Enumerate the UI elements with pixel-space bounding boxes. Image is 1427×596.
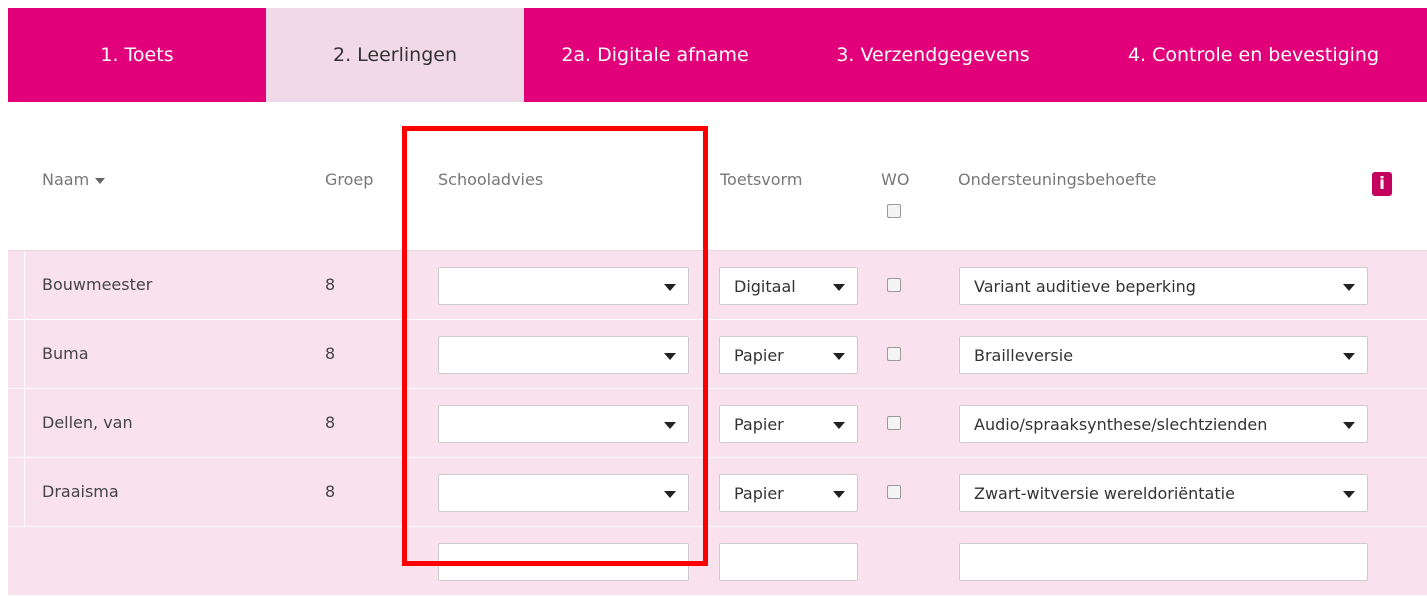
ondersteuning-value: Audio/spraaksynthese/slechtzienden: [974, 414, 1268, 434]
row-groep: 8: [325, 275, 336, 294]
chevron-down-icon: [833, 353, 845, 360]
toetsvorm-value: Papier: [734, 414, 784, 434]
ondersteuning-select[interactable]: Brailleversie: [959, 336, 1368, 374]
row-divider: [24, 458, 25, 526]
row-groep: 8: [325, 344, 336, 363]
chevron-down-icon: [1343, 284, 1355, 291]
row-divider: [24, 320, 25, 388]
toetsvorm-value: Papier: [734, 483, 784, 503]
wo-checkbox[interactable]: [887, 278, 901, 292]
row-divider: [24, 389, 25, 457]
table-row: [8, 527, 1427, 596]
schooladvies-select[interactable]: [438, 267, 689, 305]
column-header-naam[interactable]: Naam: [42, 170, 106, 189]
wo-checkbox[interactable]: [887, 485, 901, 499]
step-tabs: 1. Toets 2. Leerlingen 2a. Digitale afna…: [8, 8, 1427, 102]
column-header-wo: WO: [881, 170, 910, 189]
row-naam: Dellen, van: [42, 413, 133, 432]
schooladvies-select[interactable]: [438, 405, 689, 443]
column-header-naam-label: Naam: [42, 170, 90, 189]
tab-digitale-afname[interactable]: 2a. Digitale afname: [524, 8, 786, 102]
chevron-down-icon: [1343, 491, 1355, 498]
row-groep: 8: [325, 413, 336, 432]
chevron-down-icon: [833, 284, 845, 291]
toetsvorm-select[interactable]: Papier: [719, 336, 858, 374]
info-icon[interactable]: i: [1372, 172, 1392, 196]
wo-select-all-checkbox[interactable]: [887, 204, 901, 218]
table-header: Naam Groep Schooladvies Toetsvorm WO Ond…: [8, 148, 1427, 251]
row-naam: Draaisma: [42, 482, 119, 501]
chevron-down-icon: [833, 491, 845, 498]
row-naam: Buma: [42, 344, 89, 363]
ondersteuning-value: Brailleversie: [974, 345, 1074, 365]
table-row: Draaisma 8 Papier Zwart-witversie wereld…: [8, 458, 1427, 527]
ondersteuning-select[interactable]: Audio/spraaksynthese/slechtzienden: [959, 405, 1368, 443]
column-header-groep: Groep: [325, 170, 374, 189]
schooladvies-select[interactable]: [438, 474, 689, 512]
ondersteuning-value: Zwart-witversie wereldoriëntatie: [974, 483, 1235, 503]
ondersteuning-select[interactable]: [959, 543, 1368, 581]
ondersteuning-select[interactable]: Zwart-witversie wereldoriëntatie: [959, 474, 1368, 512]
tab-leerlingen[interactable]: 2. Leerlingen: [266, 8, 524, 102]
toetsvorm-select[interactable]: Digitaal: [719, 267, 858, 305]
column-header-ondersteuning: Ondersteuningsbehoefte: [958, 170, 1157, 189]
schooladvies-select[interactable]: [438, 336, 689, 374]
row-divider: [24, 251, 25, 319]
wo-checkbox[interactable]: [887, 347, 901, 361]
wo-checkbox[interactable]: [887, 416, 901, 430]
toetsvorm-select[interactable]: [719, 543, 858, 581]
row-groep: 8: [325, 482, 336, 501]
tab-controle-bevestiging[interactable]: 4. Controle en bevestiging: [1080, 8, 1427, 102]
table-row: Dellen, van 8 Papier Audio/spraaksynthes…: [8, 389, 1427, 458]
chevron-down-icon: [1343, 353, 1355, 360]
chevron-down-icon: [664, 353, 676, 360]
toetsvorm-select[interactable]: Papier: [719, 405, 858, 443]
column-header-toetsvorm: Toetsvorm: [720, 170, 803, 189]
column-header-schooladvies: Schooladvies: [438, 170, 544, 189]
tab-toets[interactable]: 1. Toets: [8, 8, 266, 102]
table-row: Buma 8 Papier Brailleversie: [8, 320, 1427, 389]
toetsvorm-value: Digitaal: [734, 276, 796, 296]
chevron-down-icon: [833, 422, 845, 429]
ondersteuning-value: Variant auditieve beperking: [974, 276, 1196, 296]
ondersteuning-select[interactable]: Variant auditieve beperking: [959, 267, 1368, 305]
chevron-down-icon: [664, 422, 676, 429]
table-row: Bouwmeester 8 Digitaal Variant auditieve…: [8, 251, 1427, 320]
tab-verzendgegevens[interactable]: 3. Verzendgegevens: [786, 8, 1080, 102]
chevron-down-icon: [664, 284, 676, 291]
sort-caret-icon: [95, 177, 106, 184]
toetsvorm-select[interactable]: Papier: [719, 474, 858, 512]
schooladvies-select[interactable]: [438, 543, 689, 581]
chevron-down-icon: [1343, 422, 1355, 429]
row-naam: Bouwmeester: [42, 275, 153, 294]
toetsvorm-value: Papier: [734, 345, 784, 365]
chevron-down-icon: [664, 491, 676, 498]
